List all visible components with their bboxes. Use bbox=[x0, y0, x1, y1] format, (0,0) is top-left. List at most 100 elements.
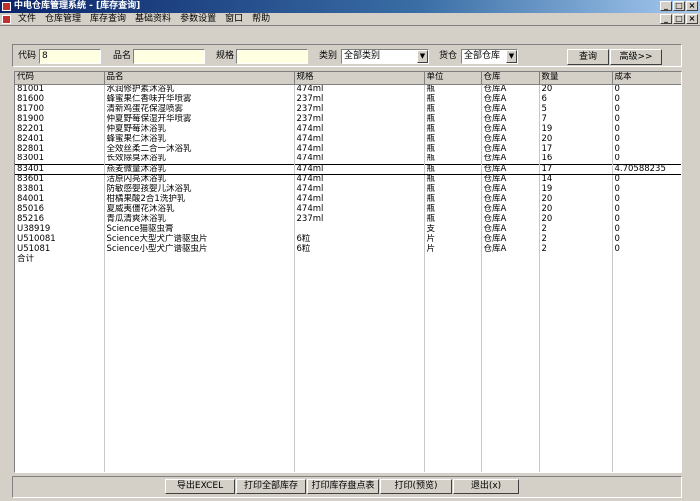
cell-warehouse[interactable]: 仓库A bbox=[481, 144, 540, 154]
table-row[interactable]: 82201 仲夏野莓沐浴乳 474ml 瓶仓库A 19 0 bbox=[15, 124, 681, 134]
cell-code[interactable]: 81700 bbox=[15, 104, 105, 114]
cell-code[interactable]: U38919 bbox=[15, 224, 105, 234]
column-header-code[interactable]: 代码 bbox=[15, 72, 105, 85]
code-input[interactable]: 8 bbox=[39, 49, 101, 64]
cell-warehouse[interactable]: 仓库A bbox=[481, 234, 540, 244]
cell-name[interactable]: Science大型犬广谱驱虫片 bbox=[104, 234, 295, 244]
cell-quantity[interactable]: 6 bbox=[539, 94, 613, 104]
cell-cost[interactable]: 0 bbox=[612, 224, 681, 234]
cell-warehouse[interactable]: 仓库A bbox=[481, 204, 540, 214]
cell-spec[interactable]: 474ml bbox=[294, 204, 425, 214]
export-excel-button[interactable]: 导出EXCEL bbox=[165, 479, 235, 494]
cell-name[interactable]: 全效丝柔二合一沐浴乳 bbox=[104, 144, 295, 154]
column-header-spec[interactable]: 规格 bbox=[294, 72, 425, 85]
column-header-name[interactable]: 品名 bbox=[104, 72, 295, 85]
cell-unit[interactable]: 瓶 bbox=[424, 163, 482, 175]
cell-name[interactable]: 柑橘果酸2合1洗护乳 bbox=[104, 194, 295, 204]
inventory-grid[interactable]: 代码 品名 规格 单位 仓库 数量 成本 81001 水润修护素沐浴乳 474ml 瓶… bbox=[14, 71, 682, 473]
cell-spec[interactable]: 474ml bbox=[294, 163, 425, 175]
cell-code[interactable]: 81900 bbox=[15, 114, 105, 124]
cell-unit[interactable]: 瓶 bbox=[424, 214, 482, 224]
cell-spec[interactable] bbox=[294, 224, 425, 234]
menu-inventory-query[interactable]: 库存查询 bbox=[85, 13, 130, 25]
table-row[interactable]: 85216 青瓜清爽沐浴乳 237ml 瓶仓库A 20 0 bbox=[15, 214, 681, 224]
minimize-button[interactable]: _ bbox=[660, 1, 672, 11]
cell-name[interactable]: 长效除臭沐浴乳 bbox=[104, 154, 295, 164]
table-row[interactable]: 81001 水润修护素沐浴乳 474ml 瓶仓库A 20 0 bbox=[15, 84, 681, 94]
table-row[interactable]: 85016 夏威夷僵花沐浴乳 474ml 瓶仓库A 20 0 bbox=[15, 204, 681, 214]
close-button[interactable]: × bbox=[686, 1, 698, 11]
cell-quantity[interactable]: 14 bbox=[539, 174, 613, 184]
cell-warehouse[interactable]: 仓库A bbox=[481, 163, 540, 175]
cell-code[interactable]: 85216 bbox=[15, 214, 105, 224]
cell-spec[interactable]: 474ml bbox=[294, 194, 425, 204]
cell-code[interactable]: 85016 bbox=[15, 204, 105, 214]
cell-unit[interactable]: 瓶 bbox=[424, 194, 482, 204]
cell-name[interactable]: Science猫驱虫膏 bbox=[104, 224, 295, 234]
table-row[interactable]: U51081 Science小型犬广谱驱虫片 6粒片仓库A 2 0 bbox=[15, 244, 681, 254]
cell-spec[interactable]: 474ml bbox=[294, 134, 425, 144]
cell-name[interactable]: 夏威夷僵花沐浴乳 bbox=[104, 204, 295, 214]
cell-code[interactable]: 83601 bbox=[15, 174, 105, 184]
cell-code[interactable]: 82801 bbox=[15, 144, 105, 154]
cell-name[interactable]: 水润修护素沐浴乳 bbox=[104, 84, 295, 94]
cell-spec[interactable]: 474ml bbox=[294, 124, 425, 134]
cell-unit[interactable]: 瓶 bbox=[424, 174, 482, 184]
cell-name[interactable]: 清新鸡蛋花保湿喷雾 bbox=[104, 104, 295, 114]
cell-code[interactable]: 83801 bbox=[15, 184, 105, 194]
cell-unit[interactable]: 瓶 bbox=[424, 184, 482, 194]
table-row[interactable]: 83001 长效除臭沐浴乳 474ml 瓶仓库A 16 0 bbox=[15, 154, 681, 164]
cell-warehouse[interactable]: 仓库A bbox=[481, 94, 540, 104]
cell-unit[interactable]: 瓶 bbox=[424, 104, 482, 114]
cell-code[interactable]: 82401 bbox=[15, 134, 105, 144]
cell-warehouse[interactable]: 仓库A bbox=[481, 84, 540, 94]
child-close-button[interactable]: × bbox=[686, 14, 698, 24]
cell-quantity[interactable]: 7 bbox=[539, 114, 613, 124]
column-header-cost[interactable]: 成本 bbox=[612, 72, 681, 85]
cell-spec[interactable]: 237ml bbox=[294, 94, 425, 104]
cell-spec[interactable]: 6粒 bbox=[294, 244, 425, 254]
cell-warehouse[interactable]: 仓库A bbox=[481, 194, 540, 204]
cell-cost[interactable]: 0 bbox=[612, 104, 681, 114]
cell-quantity[interactable]: 17 bbox=[539, 144, 613, 154]
cell-quantity[interactable]: 20 bbox=[539, 134, 613, 144]
menu-help[interactable]: 帮助 bbox=[247, 13, 274, 25]
cell-unit[interactable]: 瓶 bbox=[424, 204, 482, 214]
cell-quantity[interactable]: 20 bbox=[539, 84, 613, 94]
cell-cost[interactable]: 0 bbox=[612, 244, 681, 254]
location-select[interactable]: 全部仓库 ▼ bbox=[461, 49, 518, 64]
print-all-inventory-button[interactable]: 打印全部库存 bbox=[236, 479, 306, 494]
cell-spec[interactable]: 474ml bbox=[294, 84, 425, 94]
cell-name[interactable]: 蜂蜜果仁香味开华喷雾 bbox=[104, 94, 295, 104]
document-icon[interactable] bbox=[2, 14, 11, 24]
table-row[interactable]: 82801 全效丝柔二合一沐浴乳 474ml 瓶仓库A 17 0 bbox=[15, 144, 681, 154]
print-preview-button[interactable]: 打印(预览) bbox=[380, 479, 452, 494]
cell-name[interactable]: Science小型犬广谱驱虫片 bbox=[104, 244, 295, 254]
cell-name[interactable]: 防敏感婴孩婴儿沐浴乳 bbox=[104, 184, 295, 194]
cell-code[interactable]: 81001 bbox=[15, 84, 105, 94]
cell-quantity[interactable]: 2 bbox=[539, 224, 613, 234]
cell-code[interactable]: U51081 bbox=[15, 244, 105, 254]
cell-unit[interactable]: 支 bbox=[424, 224, 482, 234]
cell-warehouse[interactable]: 仓库A bbox=[481, 104, 540, 114]
cell-spec[interactable]: 237ml bbox=[294, 214, 425, 224]
table-row[interactable]: 83401 燕麦微量沐浴乳 474ml 瓶仓库A 17 4.70588235 bbox=[15, 163, 681, 175]
table-row[interactable]: 84001 柑橘果酸2合1洗护乳 474ml 瓶仓库A 20 0 bbox=[15, 194, 681, 204]
cell-unit[interactable]: 瓶 bbox=[424, 124, 482, 134]
cell-cost[interactable]: 0 bbox=[612, 134, 681, 144]
cell-quantity[interactable]: 5 bbox=[539, 104, 613, 114]
cell-warehouse[interactable]: 仓库A bbox=[481, 224, 540, 234]
cell-spec[interactable]: 237ml bbox=[294, 104, 425, 114]
table-row[interactable]: U510081 Science大型犬广谱驱虫片 6粒片仓库A 2 0 bbox=[15, 234, 681, 244]
cell-cost[interactable]: 0 bbox=[612, 184, 681, 194]
cell-name[interactable]: 燕麦微量沐浴乳 bbox=[104, 163, 295, 175]
cell-cost[interactable]: 0 bbox=[612, 124, 681, 134]
cell-warehouse[interactable]: 仓库A bbox=[481, 114, 540, 124]
cell-quantity[interactable]: 19 bbox=[539, 124, 613, 134]
menu-base-data[interactable]: 基础资料 bbox=[130, 13, 175, 25]
cell-cost[interactable]: 0 bbox=[612, 234, 681, 244]
cell-unit[interactable]: 片 bbox=[424, 234, 482, 244]
table-row[interactable]: 81700 清新鸡蛋花保湿喷雾 237ml 瓶仓库A 5 0 bbox=[15, 104, 681, 114]
query-button[interactable]: 查询 bbox=[567, 49, 609, 65]
menu-settings[interactable]: 参数设置 bbox=[175, 13, 220, 25]
